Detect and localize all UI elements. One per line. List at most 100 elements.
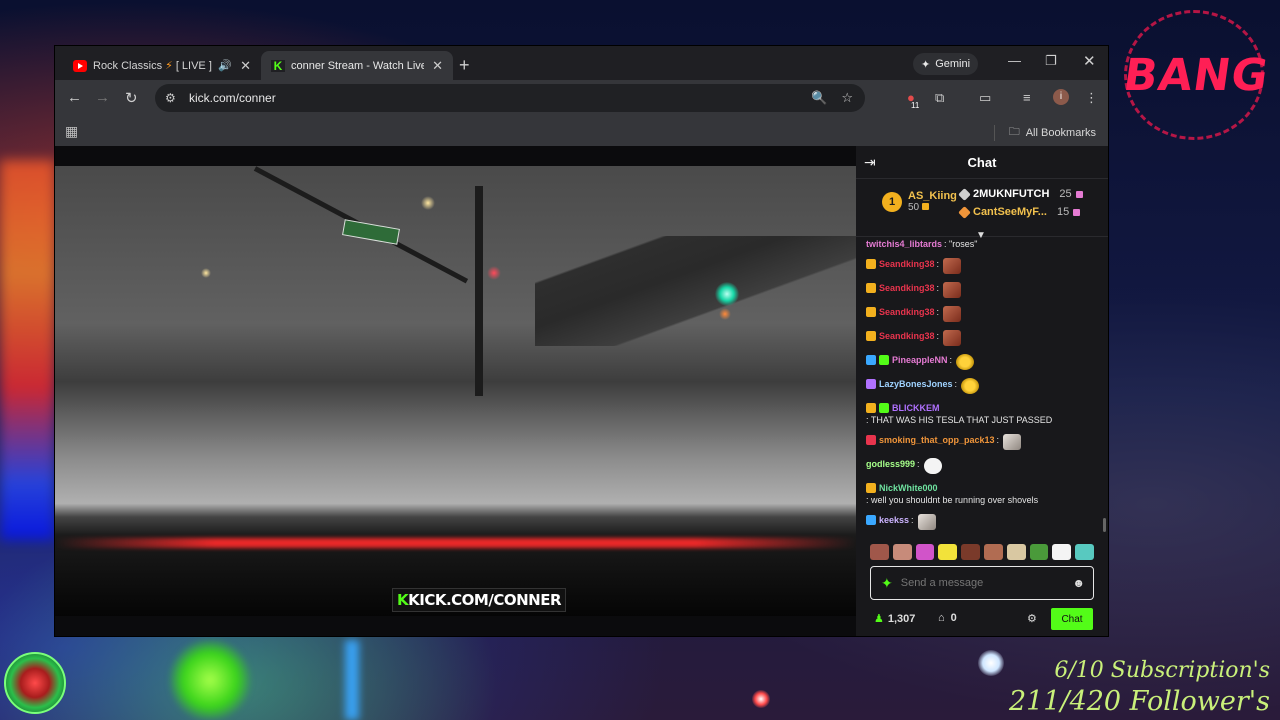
close-window-icon[interactable]: ✕ [1083,52,1096,70]
chat-username[interactable]: BLICKKEM [892,402,940,414]
close-tab-icon[interactable]: ✕ [240,58,251,74]
chat-text: : "roses" [944,239,978,249]
reload-icon[interactable]: ↻ [125,89,138,107]
profile-avatar[interactable]: i [1053,89,1069,105]
apps-icon[interactable]: ▦ [65,123,78,140]
chat-text: : [949,355,953,365]
zoom-icon[interactable]: 🔍 [811,90,827,106]
user-badge-icon [866,379,876,389]
emote-cat-icon [917,514,936,530]
amber-light [719,308,731,320]
kick-page: KKICK.COM/CONNER ⇥ Chat 1 AS_Kiing 50 2M… [55,146,1108,636]
chat-header: ⇥ Chat [856,146,1108,179]
dashboard-reflection [55,538,856,548]
chat-username[interactable]: keekss [879,514,909,526]
user-badge-icon [866,307,876,317]
emote-button[interactable] [870,544,889,560]
url-input[interactable] [187,90,751,106]
viewer-count: ♟ 1,307 [874,612,915,626]
chat-message: Seandking38: [866,330,1098,346]
light-pole [475,186,483,396]
user-badge-icon [866,403,876,413]
sparkle-icon: ✦ [921,58,931,71]
emote-face-icon [943,330,962,346]
bookmarks-bar: ▦ 🗀 All Bookmarks [55,116,1108,146]
neon-light-blue [345,640,359,720]
chat-username[interactable]: Seandking38 [879,330,935,342]
emote-button[interactable] [938,544,958,560]
emote-button[interactable] [961,544,980,560]
gift-icon [921,203,929,210]
chat-username[interactable]: LazyBonesJones [879,378,953,390]
corner-avatar-icon [4,652,66,714]
gift-icon [1073,208,1081,216]
chat-username[interactable]: PineappleNN [892,354,948,366]
all-bookmarks-button[interactable]: 🗀 All Bookmarks [993,123,1096,142]
chat-text: : [936,331,940,341]
store-button[interactable]: ⌂ 0 [938,612,957,624]
emote-cloud-icon [923,458,942,474]
chat-message: Seandking38: [866,306,1098,322]
gemini-button[interactable]: ✦ Gemini [913,53,979,75]
speaker-icon[interactable]: 🔊 [218,59,232,72]
chat-text: : [911,515,914,525]
emote-button[interactable] [1052,544,1072,560]
chat-message: BLICKKEM: THAT WAS HIS TESLA THAT JUST P… [866,402,1098,426]
kick-icon: K [271,59,285,72]
subscription-goal: 6/10 Subscription's [1054,658,1270,683]
neon-sign-left [0,160,55,540]
new-tab-icon[interactable]: + [459,55,470,76]
site-info-icon[interactable]: ⚙ [165,91,181,105]
video-player[interactable]: KKICK.COM/CONNER [55,146,856,636]
emote-button[interactable] [1006,544,1026,560]
chat-message: LazyBonesJones: [866,378,1098,394]
chat-username[interactable]: smoking_that_opp_pack13 [879,434,995,446]
stream-video-frame [55,166,856,616]
emote-button[interactable] [1075,544,1094,560]
chat-username[interactable]: NickWhite000 [879,482,938,494]
chat-username[interactable]: Seandking38 [879,306,935,318]
tab-rock-classics[interactable]: Rock Classics⚡[ LIVE ] Ti 🔊 ✕ [63,51,261,80]
forward-icon[interactable]: → [95,89,110,106]
cast-icon[interactable]: ▭ [979,90,991,106]
leaderboard-first[interactable]: 1 AS_Kiing 50 [882,190,957,213]
minimize-icon[interactable]: — [1008,53,1021,68]
tab-strip: Rock Classics⚡[ LIVE ] Ti 🔊 ✕ K conner S… [55,46,1108,80]
leaderboard-third[interactable]: CantSeeMyF... 15 [958,205,1081,219]
chat-text: : [936,259,940,269]
chat-settings-icon[interactable]: ⚙ [1027,612,1037,625]
viewers-icon: ♟ [874,613,884,625]
gemini-label: Gemini [935,58,971,70]
menu-icon[interactable]: ⋮ [1085,90,1098,106]
chat-message: twitchis4_libtards: "roses" [866,238,1098,250]
close-tab-icon[interactable]: ✕ [432,58,443,74]
send-chat-button[interactable]: Chat [1051,608,1093,630]
media-icon[interactable]: ≡ [1023,90,1031,105]
puzzle-icon[interactable]: ⧉ [935,90,944,106]
chat-message: PineappleNN: [866,354,1098,370]
back-icon[interactable]: ← [67,89,82,106]
leaderboard-count: 50 [908,202,920,213]
leaderboard-second[interactable]: 2MUKNFUTCH 25 [958,187,1083,201]
chat-message-input[interactable] [898,576,1053,590]
bang-logo: BANG [1120,10,1272,140]
gift-icon [1075,190,1083,198]
emoji-icon[interactable]: ☻ [1072,576,1085,590]
tab-conner-stream[interactable]: K conner Stream - Watch Live on ✕ [261,51,453,80]
chat-scrollbar[interactable] [1103,518,1106,532]
address-bar[interactable]: ⚙ 🔍 ☆ [155,84,865,112]
emote-button[interactable] [915,544,935,560]
restore-icon[interactable]: ❐ [1045,53,1057,69]
chat-username[interactable]: Seandking38 [879,258,935,270]
bookmark-star-icon[interactable]: ☆ [841,90,853,106]
lightning-icon: ⚡ [165,60,173,72]
emote-button[interactable] [1029,544,1049,560]
chat-username[interactable]: twitchis4_libtards [866,238,942,250]
chat-username[interactable]: Seandking38 [879,282,935,294]
chat-username[interactable]: godless999 [866,458,915,470]
user-badge-icon [866,435,876,445]
chat-text: : THAT WAS HIS TESLA THAT JUST PASSED [866,415,1053,425]
emote-button[interactable] [983,544,1003,560]
emote-button[interactable] [892,544,912,560]
chat-input-box[interactable]: ✦ ☻ [870,566,1094,600]
